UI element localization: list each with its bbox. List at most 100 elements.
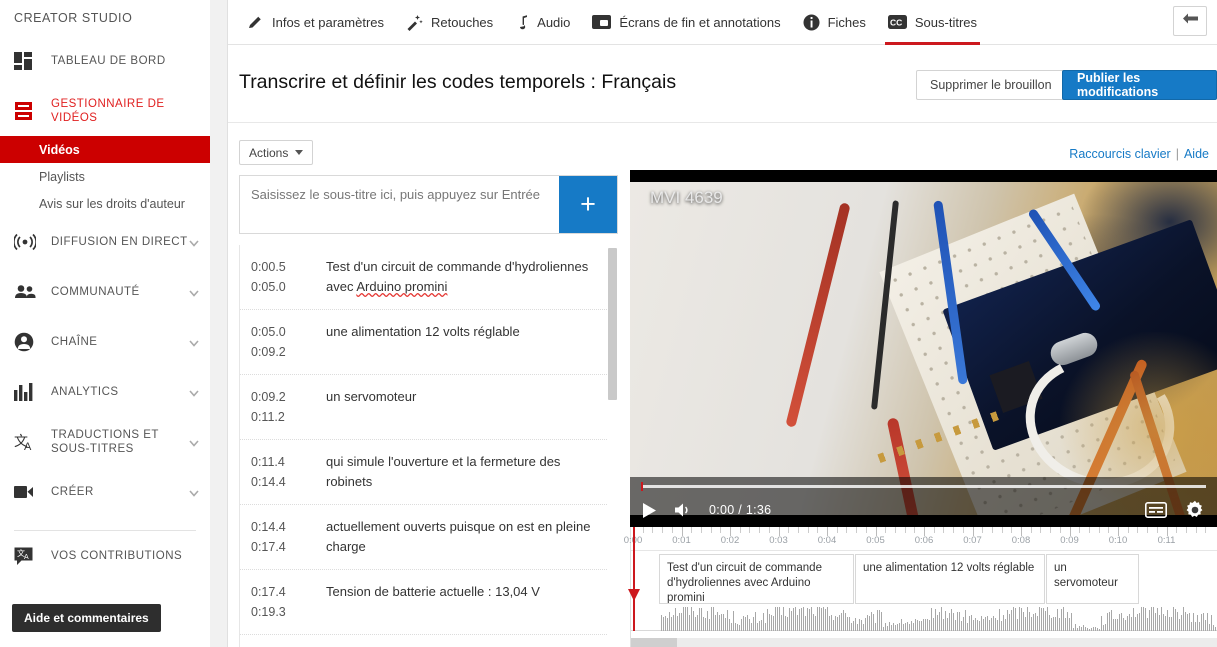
caption-text[interactable]: un servomoteur [317, 387, 416, 427]
timeline-horizontal-scrollbar[interactable] [631, 638, 1217, 647]
sidebar-subitem-videos[interactable]: Vidéos [0, 136, 210, 163]
caption-text[interactable]: une alimentation 12 volts réglable [317, 322, 520, 362]
caption-start-time[interactable]: 0:05.0 [251, 322, 317, 342]
timeline-caption-block[interactable]: un servomoteur [1046, 554, 1139, 604]
caption-timecodes[interactable]: 0:09.2 0:11.2 [251, 387, 317, 427]
timeline-tick-label: 0:02 [720, 535, 740, 546]
actions-dropdown-button[interactable]: Actions [239, 140, 314, 165]
timeline-caption-blocks[interactable]: Test d'un circuit de commande d'hydrolie… [631, 551, 1217, 607]
caption-start-time[interactable]: 0:09.2 [251, 387, 317, 407]
tab-retouches[interactable]: Retouches [395, 0, 504, 45]
chevron-down-icon[interactable] [188, 436, 200, 448]
new-caption-input[interactable] [240, 176, 559, 233]
caption-timecodes[interactable]: 0:17.4 0:19.3 [251, 582, 317, 622]
caption-text[interactable]: qui simule l'ouverture et la fermeture d… [317, 452, 605, 492]
keyboard-shortcuts-link[interactable]: Raccourcis clavier [1069, 147, 1170, 161]
sidebar-subitem-avis-droits-auteur[interactable]: Avis sur les droits d'auteur [0, 190, 210, 217]
volume-button[interactable] [674, 502, 693, 518]
tab-fiches[interactable]: Fiches [792, 0, 877, 45]
caption-text[interactable]: Tension de batterie actuelle : 13,04 V [317, 582, 540, 622]
sidebar-item-diffusion-en-direct[interactable]: DIFFUSION EN DIRECT [0, 217, 210, 267]
caption-end-time[interactable]: 0:11.2 [251, 407, 317, 427]
play-button[interactable] [642, 502, 658, 519]
caption-list-scrollbar-thumb[interactable] [608, 248, 617, 400]
timeline-tick-label: 0:10 [1108, 535, 1128, 546]
caption-end-time[interactable]: 0:19.3 [251, 602, 317, 622]
caption-timecodes[interactable]: 0:11.4 0:14.4 [251, 452, 317, 492]
caption-text[interactable]: actuellement ouverts puisque on est en p… [317, 517, 605, 557]
timeline-tick-minor [691, 527, 693, 533]
timeline-ruler[interactable]: 0:000:010:020:030:040:050:060:070:080:09… [624, 527, 1217, 551]
sidebar-subitem-playlists[interactable]: Playlists [0, 163, 210, 190]
caption-row[interactable]: 0:09.2 0:11.2 un servomoteur [240, 375, 617, 440]
timeline-caption-block[interactable]: une alimentation 12 volts réglable [855, 554, 1045, 604]
publish-changes-button[interactable]: Publier les modifications [1062, 70, 1217, 100]
sidebar-subitem-label: Playlists [39, 169, 85, 184]
timeline-tick-label: 0:01 [672, 535, 691, 546]
sidebar-item-chaine[interactable]: CHAÎNE [0, 317, 210, 367]
sidebar-item-analytics[interactable]: ANALYTICS [0, 367, 210, 417]
caption-start-time[interactable]: 0:00.5 [251, 257, 317, 277]
timeline-tick-minor [1040, 527, 1042, 533]
timeline-tick-minor [904, 527, 906, 533]
timeline-tick-label: 0:09 [1060, 535, 1079, 546]
caption-timecodes[interactable]: 0:00.5 0:05.0 [251, 257, 317, 297]
cc-icon: CC [887, 15, 907, 29]
back-button[interactable] [1173, 6, 1207, 36]
sidebar-item-gestionnaire-de-videos[interactable]: GESTIONNAIRE DE VIDÉOS [0, 86, 210, 136]
timeline-tick-label: 0:07 [963, 535, 982, 546]
caption-row[interactable]: 0:00.5 0:05.0 Test d'un circuit de command… [240, 245, 617, 310]
tab-ecrans-de-fin-et-annotations[interactable]: Écrans de fin et annotations [581, 0, 791, 45]
progress-bar-handle[interactable] [641, 482, 643, 491]
help-and-feedback-button[interactable]: Aide et commentaires [12, 604, 161, 632]
chevron-down-icon[interactable] [188, 386, 200, 398]
timeline-scrollbar-thumb[interactable] [631, 638, 677, 647]
caption-start-time[interactable]: 0:11.4 [251, 452, 317, 472]
caption-start-time[interactable]: 0:17.4 [251, 582, 317, 602]
chevron-down-icon[interactable] [188, 286, 200, 298]
chevron-down-icon[interactable] [188, 236, 200, 248]
tab-sous-titres[interactable]: CC Sous-titres [877, 0, 988, 45]
timeline-caption-block[interactable]: Test d'un circuit de commande d'hydrolie… [659, 554, 854, 604]
timeline-tick-minor [768, 527, 770, 533]
caption-timecodes[interactable]: 0:14.4 0:17.4 [251, 517, 317, 557]
sidebar-item-communaute[interactable]: COMMUNAUTÉ [0, 267, 210, 317]
caption-end-time[interactable]: 0:17.4 [251, 537, 317, 557]
chevron-down-icon[interactable] [188, 486, 200, 498]
timeline-tick-minor [1050, 527, 1052, 533]
video-player[interactable]: MVI 4639 0:00 / 1:36 [630, 170, 1217, 527]
magic-wand-icon [406, 14, 423, 31]
caption-end-time[interactable]: 0:14.4 [251, 472, 317, 492]
sidebar-item-vos-contributions[interactable]: 文A VOS CONTRIBUTIONS [0, 531, 210, 581]
chevron-down-icon[interactable] [188, 336, 200, 348]
tab-audio[interactable]: Audio [504, 0, 581, 45]
progress-bar-track[interactable] [641, 485, 1206, 488]
timeline-tick-label: 0:03 [769, 535, 788, 546]
timeline-tick-minor [1147, 527, 1149, 533]
sidebar-item-creer[interactable]: CRÉER [0, 467, 210, 517]
caption-end-time[interactable]: 0:05.0 [251, 277, 317, 297]
tab-infos-et-parametres[interactable]: Infos et paramètres [236, 0, 395, 45]
caption-timecodes[interactable]: 0:05.0 0:09.2 [251, 322, 317, 362]
add-caption-button[interactable]: + [559, 176, 617, 233]
caption-end-time[interactable]: 0:09.2 [251, 342, 317, 362]
caption-row[interactable]: 0:11.4 0:14.4 qui simule l'ouverture et la… [240, 440, 617, 505]
caption-row[interactable]: 0:17.4 0:19.3 Tension de batterie actuelle… [240, 570, 617, 635]
caption-row[interactable]: 0:05.0 0:09.2 une alimentation 12 volts ré… [240, 310, 617, 375]
help-link[interactable]: Aide [1184, 147, 1209, 161]
caption-list[interactable]: 0:00.5 0:05.0 Test d'un circuit de command… [239, 245, 618, 647]
caption-row[interactable]: 0:14.4 0:17.4 actuellement ouverts puisque… [240, 505, 617, 570]
timeline-playhead[interactable] [628, 527, 640, 631]
caption-text[interactable]: Test d'un circuit de commande d'hydrolie… [317, 257, 605, 297]
caption-timeline[interactable]: 0:000:010:020:030:040:050:060:070:080:09… [624, 527, 1217, 647]
discard-draft-button[interactable]: Supprimer le brouillon [916, 70, 1066, 100]
caption-row[interactable]: 0:19.5simulation accélérée de l'augmenta… [240, 635, 617, 647]
sidebar-item-tableau-de-bord[interactable]: TABLEAU DE BORD [0, 36, 210, 86]
create-icon [14, 481, 40, 503]
timeline-tick-minor [749, 527, 751, 533]
caption-start-time[interactable]: 0:14.4 [251, 517, 317, 537]
settings-gear-button[interactable] [1185, 500, 1205, 520]
subtitles-button[interactable] [1145, 502, 1167, 518]
page-title: Transcrire et définir les codes temporel… [239, 71, 677, 93]
sidebar-item-traductions-et-sous-titres[interactable]: 文A TRADUCTIONS ET SOUS-TITRES [0, 417, 210, 467]
